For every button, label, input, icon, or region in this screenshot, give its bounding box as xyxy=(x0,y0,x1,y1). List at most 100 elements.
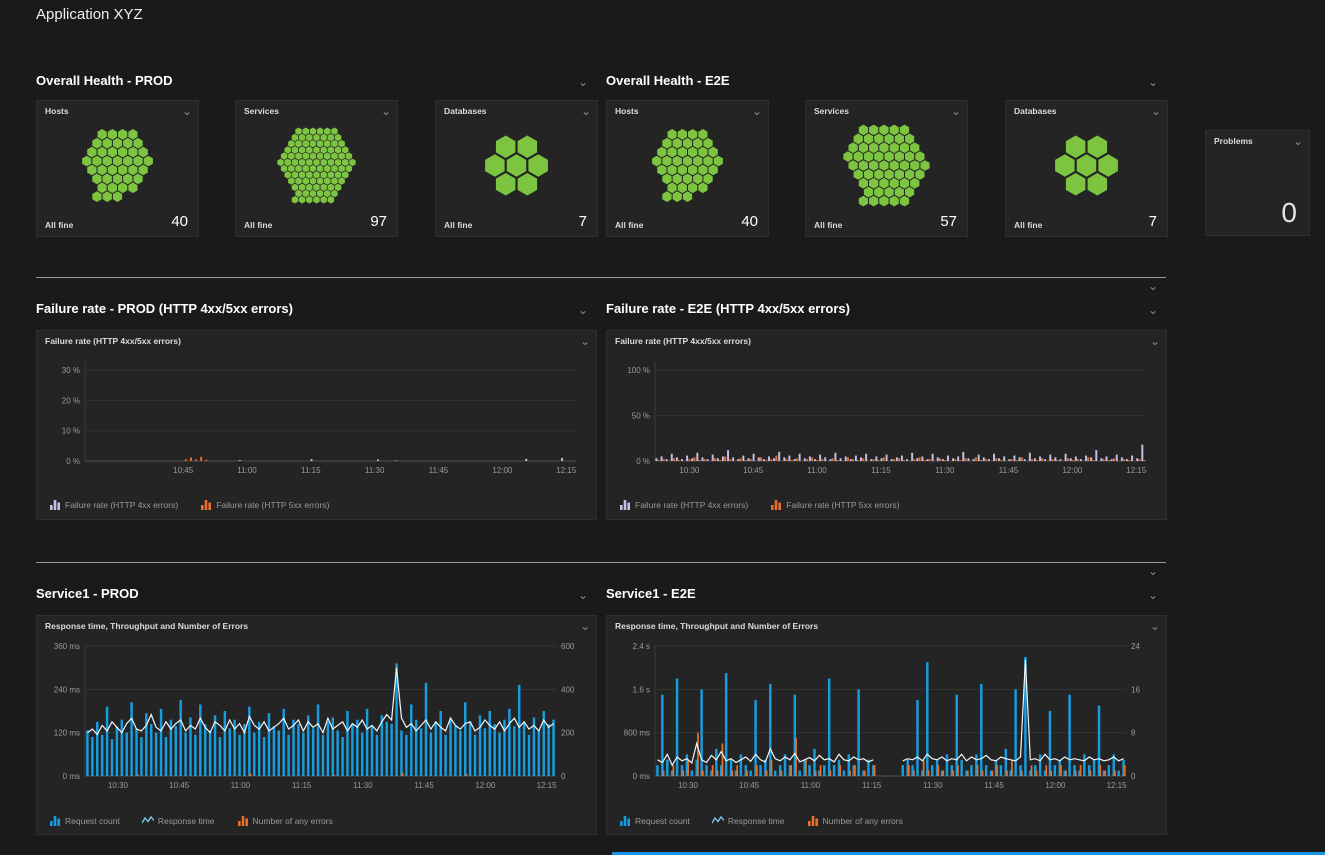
section-title-overall-health-e2e: Overall Health - E2E xyxy=(606,73,730,88)
svg-text:11:15: 11:15 xyxy=(292,781,312,790)
svg-text:24: 24 xyxy=(1131,642,1140,651)
problems-tile[interactable]: Problems ⌄ 0 xyxy=(1205,130,1310,236)
bar-series-icon xyxy=(807,815,819,826)
chevron-down-icon[interactable]: ⌄ xyxy=(1293,136,1303,146)
failure-prod-chart[interactable]: 0 %10 %20 %30 %10:4511:0011:1511:3011:45… xyxy=(43,355,590,477)
chevron-down-icon[interactable]: ⌄ xyxy=(580,621,590,631)
svg-text:10:45: 10:45 xyxy=(743,466,764,475)
svg-text:0: 0 xyxy=(1131,772,1136,781)
hex-grid xyxy=(1006,121,1167,210)
bar-series-icon xyxy=(237,815,249,826)
health-tile-hosts-e2e[interactable]: Hosts ⌄ All fine 40 xyxy=(606,100,769,237)
health-tile-services-prod[interactable]: Services ⌄ All fine 97 xyxy=(235,100,398,237)
chart-tile-service1-prod[interactable]: Response time, Throughput and Number of … xyxy=(36,615,597,835)
chevron-down-icon[interactable]: ⌄ xyxy=(1148,281,1158,291)
legend-item[interactable]: Request count xyxy=(49,815,120,826)
chevron-down-icon[interactable]: ⌄ xyxy=(752,106,762,116)
count-value: 40 xyxy=(171,213,188,230)
tile-header: Databases ⌄ xyxy=(1014,106,1161,116)
legend-label: Number of any errors xyxy=(253,816,333,826)
section-title-service1-e2e: Service1 - E2E xyxy=(606,586,696,601)
bar-series-icon xyxy=(200,499,212,510)
svg-text:50 %: 50 % xyxy=(632,412,650,421)
svg-text:1.6 s: 1.6 s xyxy=(633,685,650,694)
section-title-failure-e2e: Failure rate - E2E (HTTP 4xx/5xx errors) xyxy=(606,301,850,316)
svg-text:11:00: 11:00 xyxy=(807,466,827,475)
problems-count: 0 xyxy=(1281,197,1297,229)
svg-text:12:15: 12:15 xyxy=(1126,466,1147,475)
status-label: All fine xyxy=(244,220,272,230)
legend-item[interactable]: Response time xyxy=(142,815,215,826)
svg-text:11:30: 11:30 xyxy=(353,781,373,790)
health-tile-hosts-prod[interactable]: Hosts ⌄ All fine 40 xyxy=(36,100,199,237)
legend-item[interactable]: Failure rate (HTTP 5xx errors) xyxy=(770,499,899,510)
chart-tile-service1-e2e[interactable]: Response time, Throughput and Number of … xyxy=(606,615,1167,835)
svg-text:11:45: 11:45 xyxy=(984,781,1004,790)
chevron-down-icon[interactable]: ⌄ xyxy=(578,77,588,87)
svg-text:11:00: 11:00 xyxy=(231,781,251,790)
legend-item[interactable]: Failure rate (HTTP 4xx errors) xyxy=(49,499,178,510)
tile-header: Problems ⌄ xyxy=(1214,136,1303,146)
chevron-down-icon[interactable]: ⌄ xyxy=(1151,106,1161,116)
tile-header: Response time, Throughput and Number of … xyxy=(45,621,590,631)
service1-prod-chart[interactable]: 0 ms120 ms240 ms360 ms020040060010:3010:… xyxy=(43,640,590,792)
chevron-down-icon[interactable]: ⌄ xyxy=(951,106,961,116)
legend-label: Request count xyxy=(65,816,120,826)
legend-item[interactable]: Number of any errors xyxy=(237,815,333,826)
tile-title: Problems xyxy=(1214,136,1253,146)
chevron-down-icon[interactable]: ⌄ xyxy=(1148,305,1158,315)
svg-text:11:30: 11:30 xyxy=(365,466,385,475)
status-label: All fine xyxy=(45,220,73,230)
tile-title: Hosts xyxy=(45,106,69,116)
bar-series-icon xyxy=(770,499,782,510)
legend-label: Number of any errors xyxy=(823,816,903,826)
status-label: All fine xyxy=(444,220,472,230)
tile-title: Hosts xyxy=(615,106,639,116)
chevron-down-icon[interactable]: ⌄ xyxy=(1148,77,1158,87)
chevron-down-icon[interactable]: ⌄ xyxy=(182,106,192,116)
legend-item[interactable]: Response time xyxy=(712,815,785,826)
health-tile-services-e2e[interactable]: Services ⌄ All fine 57 xyxy=(805,100,968,237)
chevron-down-icon[interactable]: ⌄ xyxy=(578,590,588,600)
tile-header: Hosts ⌄ xyxy=(615,106,762,116)
legend-item[interactable]: Failure rate (HTTP 5xx errors) xyxy=(200,499,329,510)
svg-text:11:15: 11:15 xyxy=(862,781,882,790)
legend-item[interactable]: Number of any errors xyxy=(807,815,903,826)
health-tile-databases-prod[interactable]: Databases ⌄ All fine 7 xyxy=(435,100,598,237)
svg-text:400: 400 xyxy=(561,685,575,694)
chevron-down-icon[interactable]: ⌄ xyxy=(581,106,591,116)
section-divider xyxy=(36,277,1166,278)
svg-text:11:30: 11:30 xyxy=(935,466,955,475)
chart-tile-failure-e2e[interactable]: Failure rate (HTTP 4xx/5xx errors) ⌄ 0 %… xyxy=(606,330,1167,520)
tile-title: Services xyxy=(814,106,849,116)
chevron-down-icon[interactable]: ⌄ xyxy=(1148,566,1158,576)
chart-title: Failure rate (HTTP 4xx/5xx errors) xyxy=(45,336,181,346)
svg-text:11:15: 11:15 xyxy=(871,466,891,475)
chevron-down-icon[interactable]: ⌄ xyxy=(1150,621,1160,631)
legend-item[interactable]: Request count xyxy=(619,815,690,826)
chart-legend: Request count Response time Number of any … xyxy=(49,815,333,826)
health-tile-databases-e2e[interactable]: Databases ⌄ All fine 7 xyxy=(1005,100,1168,237)
hex-grid xyxy=(436,121,597,210)
page-title: Application XYZ xyxy=(36,6,143,23)
count-value: 40 xyxy=(741,213,758,230)
svg-text:20 %: 20 % xyxy=(62,396,80,405)
legend-item[interactable]: Failure rate (HTTP 4xx errors) xyxy=(619,499,748,510)
svg-text:120 ms: 120 ms xyxy=(54,729,80,738)
chevron-down-icon[interactable]: ⌄ xyxy=(580,336,590,346)
svg-text:100 %: 100 % xyxy=(627,366,650,375)
count-value: 7 xyxy=(1149,213,1157,230)
legend-label: Failure rate (HTTP 5xx errors) xyxy=(786,500,899,510)
failure-e2e-chart[interactable]: 0 %50 %100 %10:3010:4511:0011:1511:3011:… xyxy=(613,355,1160,477)
svg-text:0 %: 0 % xyxy=(66,457,80,466)
chevron-down-icon[interactable]: ⌄ xyxy=(1148,590,1158,600)
chevron-down-icon[interactable]: ⌄ xyxy=(381,106,391,116)
service1-e2e-chart[interactable]: 0 ms800 ms1.6 s2.4 s08162410:3010:4511:0… xyxy=(613,640,1160,792)
tile-title: Databases xyxy=(1014,106,1057,116)
section-divider xyxy=(36,562,1166,563)
tile-title: Databases xyxy=(444,106,487,116)
svg-text:0 %: 0 % xyxy=(636,457,650,466)
chevron-down-icon[interactable]: ⌄ xyxy=(1150,336,1160,346)
chart-tile-failure-prod[interactable]: Failure rate (HTTP 4xx/5xx errors) ⌄ 0 %… xyxy=(36,330,597,520)
chevron-down-icon[interactable]: ⌄ xyxy=(578,305,588,315)
